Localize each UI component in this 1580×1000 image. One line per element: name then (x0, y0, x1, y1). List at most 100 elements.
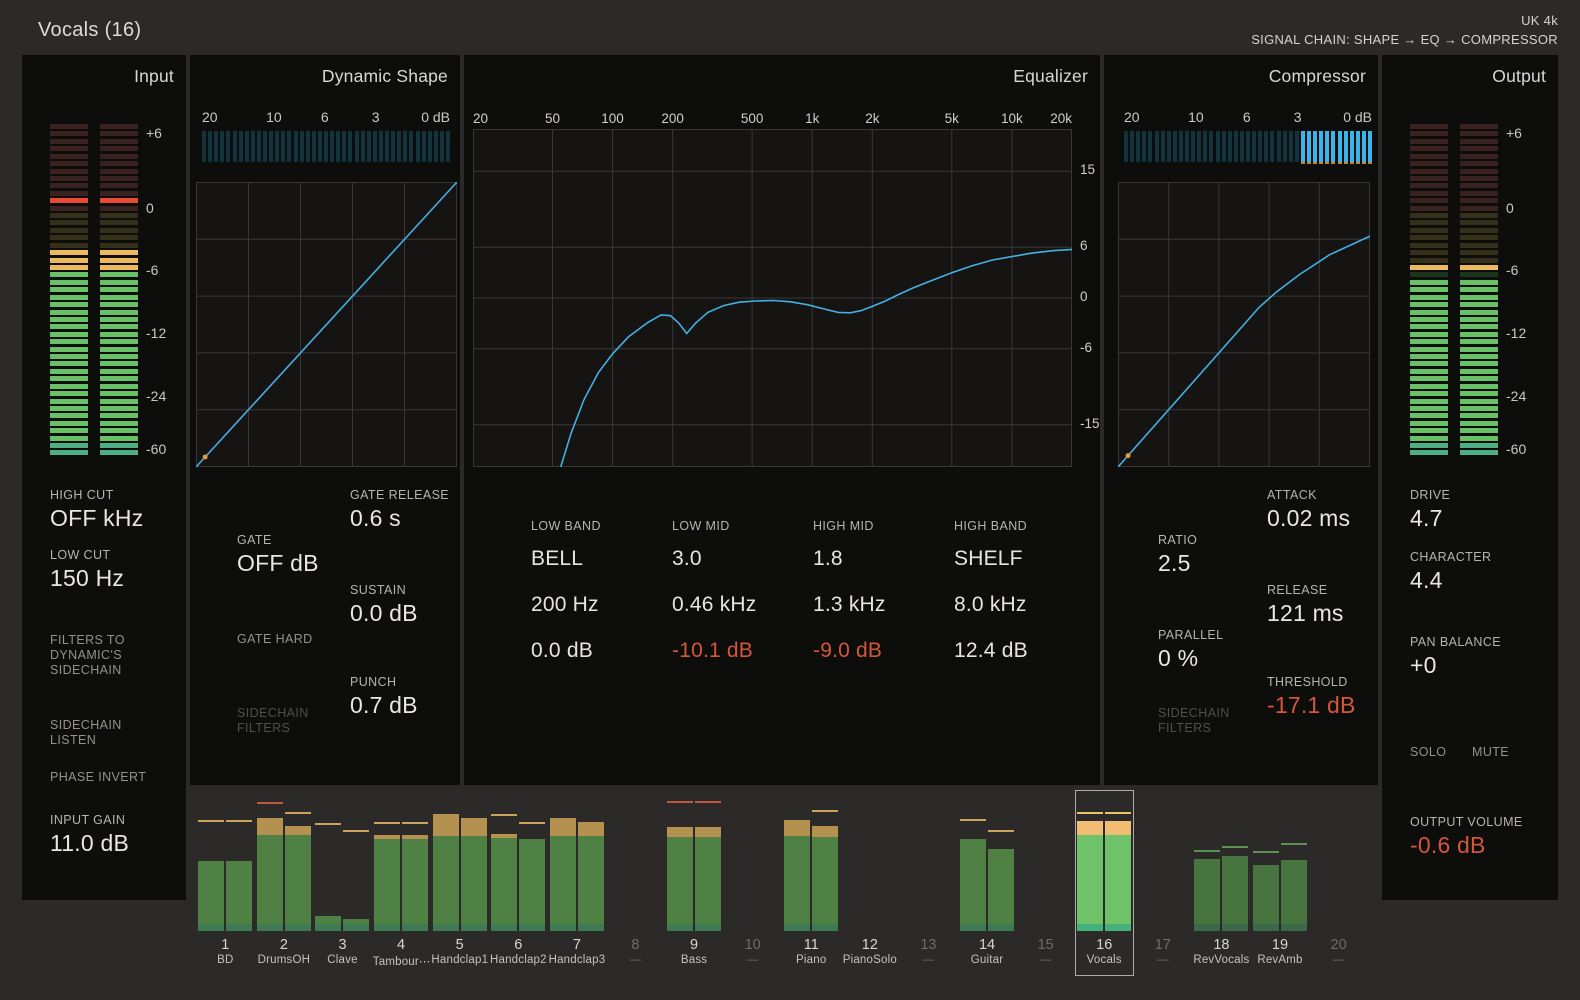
eq-db-label: -6 (1080, 339, 1093, 355)
eq-band-gain[interactable]: -9.0 dB (813, 639, 882, 663)
channel-label: — (1156, 954, 1169, 966)
mixer-channel-12[interactable]: 12 PianoSolo (841, 790, 900, 976)
meter-column (1460, 124, 1498, 458)
channel-number: 2 (279, 937, 288, 953)
mixer-channel-16[interactable]: 16 Vocals (1074, 790, 1134, 976)
punch-value[interactable]: 0.7 dB (350, 692, 418, 719)
channel-meter-bars (901, 797, 955, 931)
meter-scale-label: -12 (1506, 324, 1527, 341)
gate-label: GATE (237, 533, 272, 547)
input-panel: Input +6 0 -6 -12 -24 -60 HIGH CUT OFF kHz LO… (22, 55, 186, 900)
mixer-channel-19[interactable]: 19 RevAmb (1251, 790, 1310, 976)
input-gain-value[interactable]: 11.0 dB (50, 830, 129, 857)
gate-release-label: GATE RELEASE (350, 488, 450, 502)
eq-freq-label: 5k (944, 111, 959, 126)
release-value[interactable]: 121 ms (1267, 600, 1344, 627)
mixer-channel-14[interactable]: 14 Guitar (958, 790, 1017, 976)
eq-band-type[interactable]: SHELF (954, 547, 1023, 571)
filters-to-sidechain-toggle[interactable]: FILTERS TO DYNAMIC'S SIDECHAIN (50, 633, 150, 678)
gate-release-control: GATE RELEASE 0.6 s (350, 488, 449, 532)
sustain-value[interactable]: 0.0 dB (350, 600, 418, 627)
eq-band-freq[interactable]: 1.3 kHz (813, 593, 886, 617)
mixer-channel-17[interactable]: 17— (1134, 790, 1193, 976)
channel-number: 16 (1096, 937, 1113, 953)
channel-label: RevAmb (1257, 954, 1303, 966)
eq-band-freq[interactable]: 0.46 kHz (672, 593, 756, 617)
eq-band-freq[interactable]: 8.0 kHz (954, 593, 1027, 617)
attack-value[interactable]: 0.02 ms (1267, 505, 1350, 532)
peak-hold-line (1194, 849, 1221, 852)
sidechain-listen-toggle[interactable]: SIDECHAIN LISTEN (50, 718, 150, 748)
channel-label: — (1039, 954, 1052, 966)
mixer-channel-3[interactable]: 3 Clave (313, 790, 372, 976)
eq-response-graph[interactable] (473, 129, 1072, 467)
low-cut-value[interactable]: 150 Hz (50, 565, 124, 592)
mixer-channel-5[interactable]: 5 Handclap1 (430, 790, 489, 976)
threshold-control: THRESHOLD -17.1 dB (1267, 675, 1356, 719)
mute-button[interactable]: MUTE (1472, 745, 1509, 760)
output-volume-value[interactable]: -0.6 dB (1410, 832, 1523, 859)
mixer-channel-4[interactable]: 4 Tambour⋯ (372, 790, 430, 976)
phase-invert-toggle[interactable]: PHASE INVERT (50, 770, 180, 785)
eq-band-gain[interactable]: -10.1 dB (672, 639, 753, 663)
mixer-channel-10[interactable]: 10— (723, 790, 782, 976)
pan-balance-value[interactable]: +0 (1410, 652, 1501, 679)
mixer-channel-20[interactable]: 20— (1309, 790, 1368, 976)
shape-sidechain-filters-toggle[interactable]: SIDECHAIN FILTERS (237, 706, 317, 736)
parallel-label: PARALLEL (1158, 628, 1224, 642)
channel-label: Clave (327, 954, 358, 966)
mixer-channel-7[interactable]: 7 Handclap3 (548, 790, 607, 976)
channel-meter-bars (432, 797, 487, 931)
channel-number: 20 (1330, 937, 1347, 953)
threshold-value[interactable]: -17.1 dB (1267, 692, 1356, 719)
comp-sidechain-filters-toggle[interactable]: SIDECHAIN FILTERS (1158, 706, 1238, 736)
meter-scale-label: -24 (1506, 387, 1527, 404)
meter-scale-label: -60 (1506, 440, 1527, 457)
mixer-channel-9[interactable]: 9 Bass (665, 790, 724, 976)
eq-band-gain[interactable]: 12.4 dB (954, 639, 1028, 663)
high-cut-control: HIGH CUT OFF kHz (50, 488, 143, 532)
eq-band-type[interactable]: 3.0 (672, 547, 702, 571)
mixer-channel-15[interactable]: 15— (1016, 790, 1075, 976)
eq-band-gain[interactable]: 0.0 dB (531, 639, 593, 663)
high-cut-value[interactable]: OFF kHz (50, 505, 143, 532)
ratio-value[interactable]: 2.5 (1158, 550, 1197, 577)
peak-hold-line (812, 809, 839, 812)
shape-transfer-graph[interactable] (196, 182, 457, 467)
mixer-channel-11[interactable]: 11 Piano (782, 790, 841, 976)
peak-hold-line (491, 813, 518, 816)
equalizer-panel: Equalizer 20 50 100 200 500 1k 2k 5k 10k 20k 15 6 0… (464, 55, 1100, 785)
parallel-value[interactable]: 0 % (1158, 645, 1224, 672)
eq-band-freq[interactable]: 200 Hz (531, 593, 599, 617)
comp-transfer-graph[interactable] (1118, 182, 1370, 467)
gate-hard-toggle[interactable]: GATE HARD (237, 632, 347, 647)
mixer-channel-8[interactable]: 8— (606, 790, 665, 976)
channel-meter-bars (608, 797, 662, 931)
mixer-channel-2[interactable]: 2 DrumsOH (255, 790, 314, 976)
channel-label: DrumsOH (257, 954, 311, 966)
eq-band-type[interactable]: 1.8 (813, 547, 843, 571)
gr-scale-label: 6 (320, 109, 329, 125)
drive-value[interactable]: 4.7 (1410, 505, 1450, 532)
channel-label: Bass (680, 954, 708, 966)
mixer-channel-6[interactable]: 6 Handclap2 (489, 790, 548, 976)
character-value[interactable]: 4.4 (1410, 567, 1491, 594)
peak-hold-line (402, 821, 429, 824)
channel-meter-bars (1312, 797, 1366, 931)
channel-label: Piano (796, 954, 827, 966)
mixer-channel-13[interactable]: 13— (899, 790, 958, 976)
meter-scale-label: 0 (1506, 200, 1514, 217)
eq-freq-label: 1k (805, 111, 820, 126)
channel-label: Handclap2 (489, 954, 547, 966)
mixer-channel-1[interactable]: 1 BD (196, 790, 255, 976)
eq-band-type[interactable]: BELL (531, 547, 583, 571)
channel-label: — (1332, 954, 1345, 966)
peak-hold-line (343, 829, 370, 832)
gate-value[interactable]: OFF dB (237, 550, 319, 577)
gate-release-value[interactable]: 0.6 s (350, 505, 449, 532)
high-cut-label: HIGH CUT (50, 488, 114, 502)
eq-band-name: LOW MID (672, 519, 730, 533)
mixer-channel-18[interactable]: 18 RevVocals (1192, 790, 1251, 976)
solo-button[interactable]: SOLO (1410, 745, 1446, 760)
channel-label: PianoSolo (842, 954, 897, 966)
